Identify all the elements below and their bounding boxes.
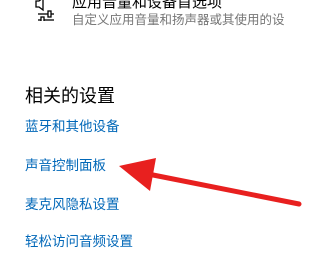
app-volume-title: 应用音量和设备首选项 (72, 0, 223, 11)
settings-page: 应用音量和设备首选项 自定义应用音量和扬声器或其使用的设 相关的设置 蓝牙和其他… (0, 0, 323, 271)
app-volume-device-preferences[interactable]: 应用音量和设备首选项 自定义应用音量和扬声器或其使用的设 (30, 0, 323, 31)
bluetooth-devices-link[interactable]: 蓝牙和其他设备 (25, 118, 120, 136)
sound-control-panel-link[interactable]: 声音控制面板 (25, 157, 106, 175)
microphone-privacy-link[interactable]: 麦克风隐私设置 (25, 196, 120, 214)
volume-mixer-icon (35, 0, 54, 21)
related-settings-heading: 相关的设置 (25, 86, 115, 107)
arrow-head (119, 158, 156, 191)
arrow-shaft (145, 171, 302, 207)
app-volume-description: 自定义应用音量和扬声器或其使用的设 (72, 12, 285, 27)
ease-of-access-audio-link[interactable]: 轻松访问音频设置 (25, 233, 133, 251)
